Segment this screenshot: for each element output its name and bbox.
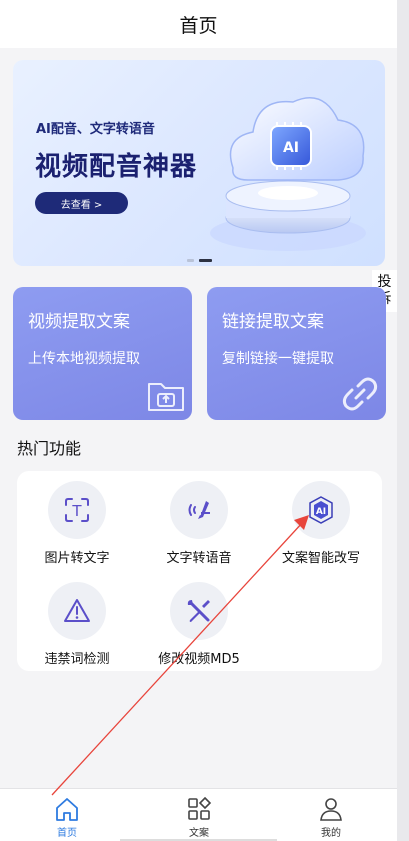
tab-home[interactable]: 首页	[37, 796, 97, 839]
section-title: 热门功能	[17, 439, 82, 458]
tool-icon-circle	[170, 582, 228, 640]
tool-label: 文字转语音	[166, 551, 232, 566]
text-to-speech-icon	[188, 501, 210, 519]
tab-label: 首页	[57, 828, 77, 839]
warning-icon	[64, 599, 90, 622]
tool-icon-circle: AI	[292, 481, 350, 539]
tool-icon-circle	[170, 481, 228, 539]
tools-icon	[187, 600, 210, 622]
tab-label: 文案	[189, 828, 209, 839]
scrollbar[interactable]	[397, 0, 409, 841]
carousel-dot-active	[199, 259, 212, 262]
tab-profile[interactable]: 我的	[301, 796, 361, 839]
tool-image-to-text[interactable]: T 图片转文字	[17, 481, 137, 566]
tool-banned-word-check[interactable]: 违禁词检测	[17, 582, 137, 667]
tool-text-to-speech[interactable]: 文字转语音	[139, 481, 259, 566]
apps-icon	[188, 796, 212, 820]
tool-ai-rewrite[interactable]: AI 文案智能改写	[261, 481, 381, 566]
video-extract-card[interactable]: 视频提取文案 上传本地视频提取	[13, 287, 192, 420]
card-subtitle: 上传本地视频提取	[28, 351, 140, 367]
ai-rewrite-icon: AI	[309, 496, 333, 524]
link-extract-card[interactable]: 链接提取文案 复制链接一键提取	[207, 287, 386, 420]
bottom-tab-bar: 首页 文案 我的	[0, 788, 397, 841]
home-icon	[56, 798, 78, 821]
banner-view-button[interactable]: 去查看 >	[35, 192, 128, 214]
tool-badge: T	[71, 502, 82, 520]
tool-modify-video-md5[interactable]: 修改视频MD5	[139, 582, 259, 667]
tool-badge: AI	[316, 507, 326, 517]
tool-label: 文案智能改写	[281, 551, 360, 566]
tool-label: 图片转文字	[44, 551, 110, 566]
promo-banner[interactable]: AI配音、文字转语音 视频配音神器 去查看 > AI	[13, 60, 385, 266]
page-header: 首页	[0, 0, 397, 48]
user-icon	[320, 798, 342, 821]
tool-label: 修改视频MD5	[158, 652, 240, 667]
tool-label: 违禁词检测	[44, 652, 110, 667]
carousel-dot	[187, 259, 194, 262]
carousel-indicator	[187, 259, 212, 262]
banner-tag: AI配音、文字转语音	[36, 118, 155, 137]
card-subtitle: 复制链接一键提取	[222, 351, 334, 367]
tab-copywriting[interactable]: 文案	[169, 796, 229, 839]
chip-badge: AI	[283, 140, 299, 156]
banner-tag-text: AI配音、文字转语音	[36, 122, 155, 137]
tool-icon-circle	[48, 582, 106, 640]
hot-tools-panel: T 图片转文字 文字转语音 AI 文案智能改写 违禁词检测 修改视频MD5	[17, 471, 382, 671]
card-title: 链接提取文案	[222, 312, 324, 332]
tab-label: 我的	[321, 828, 341, 839]
page-title: 首页	[179, 14, 218, 37]
banner-headline: 视频配音神器	[35, 152, 198, 182]
cloud-ai-illustration: AI	[210, 97, 366, 251]
card-title: 视频提取文案	[28, 312, 130, 332]
folder-upload-icon	[148, 383, 184, 411]
link-icon	[342, 377, 378, 411]
tool-icon-circle: T	[48, 481, 106, 539]
image-to-text-icon: T	[65, 498, 89, 522]
